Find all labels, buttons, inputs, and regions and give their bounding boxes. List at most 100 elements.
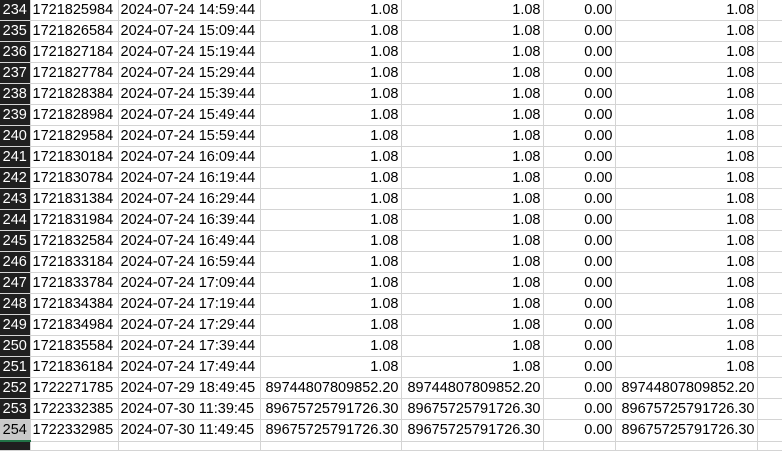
- cell-datetime[interactable]: 2024-07-24 17:29:44: [118, 314, 261, 336]
- cell-datetime[interactable]: 2024-07-29 18:49:45: [118, 377, 261, 399]
- cell-datetime[interactable]: 2024-07-24 15:09:44: [118, 20, 261, 42]
- cell-value-a[interactable]: 1.08: [260, 41, 402, 63]
- cell-empty[interactable]: [757, 398, 782, 420]
- cell-value-c[interactable]: 0.00: [543, 188, 616, 210]
- cell-empty[interactable]: [757, 167, 782, 189]
- cell-datetime[interactable]: 2024-07-24 15:19:44: [118, 41, 261, 63]
- row-header[interactable]: 237: [0, 62, 31, 84]
- cell-value-b[interactable]: 89675725791726.30: [401, 419, 544, 442]
- cell-id[interactable]: 1721828984: [30, 104, 119, 126]
- cell-id[interactable]: 1721830784: [30, 167, 119, 189]
- cell-empty[interactable]: [757, 293, 782, 315]
- cell-value-d[interactable]: 1.08: [615, 251, 758, 273]
- cell-id[interactable]: 1721826584: [30, 20, 119, 42]
- cell-value-a[interactable]: 1.08: [260, 0, 402, 21]
- cell-value-a[interactable]: 1.08: [260, 314, 402, 336]
- cell-value-a[interactable]: 1.08: [260, 20, 402, 42]
- cell-empty[interactable]: [757, 356, 782, 378]
- row-header[interactable]: 245: [0, 230, 31, 252]
- cell-empty[interactable]: [757, 104, 782, 126]
- cell-empty[interactable]: [757, 335, 782, 357]
- cell-value-b[interactable]: 1.08: [401, 0, 544, 21]
- cell-value-d[interactable]: 1.08: [615, 125, 758, 147]
- cell-value-c[interactable]: 0.00: [543, 377, 616, 399]
- cell-id[interactable]: 1721835584: [30, 335, 119, 357]
- cell-value-b[interactable]: 1.08: [401, 356, 544, 378]
- cell-value-d[interactable]: 1.08: [615, 62, 758, 84]
- cell-value-b[interactable]: 1.08: [401, 125, 544, 147]
- cell-datetime[interactable]: 2024-07-24 16:09:44: [118, 146, 261, 168]
- cell-value-a[interactable]: 1.08: [260, 293, 402, 315]
- cell-datetime[interactable]: 2024-07-24 17:49:44: [118, 356, 261, 378]
- cell-value-d[interactable]: 1.08: [615, 356, 758, 378]
- cell-datetime[interactable]: 2024-07-24 14:59:44: [118, 0, 261, 21]
- cell-value-b[interactable]: 1.08: [401, 230, 544, 252]
- cell-value-a[interactable]: 1.08: [260, 251, 402, 273]
- cell-datetime[interactable]: 2024-07-24 17:39:44: [118, 335, 261, 357]
- cell-value-a[interactable]: 1.08: [260, 209, 402, 231]
- cell-value-d[interactable]: 1.08: [615, 209, 758, 231]
- cell-value-a[interactable]: 1.08: [260, 335, 402, 357]
- cell-datetime[interactable]: 2024-07-30 11:49:45: [118, 419, 261, 442]
- cell-datetime[interactable]: 2024-07-24 15:29:44: [118, 62, 261, 84]
- cell-id[interactable]: 1721828384: [30, 83, 119, 105]
- cell-id[interactable]: 1721834984: [30, 314, 119, 336]
- cell-value-a[interactable]: 89744807809852.20: [260, 377, 402, 399]
- row-header[interactable]: 236: [0, 41, 31, 63]
- cell-value-a[interactable]: 1.08: [260, 146, 402, 168]
- cell-value-a[interactable]: 1.08: [260, 356, 402, 378]
- cell-id[interactable]: 1721830184: [30, 146, 119, 168]
- cell-id[interactable]: 1721833184: [30, 251, 119, 273]
- cell-value-d[interactable]: 1.08: [615, 272, 758, 294]
- cell-value-c[interactable]: 0.00: [543, 167, 616, 189]
- row-header[interactable]: 240: [0, 125, 31, 147]
- cell-value-c[interactable]: 0.00: [543, 314, 616, 336]
- cell-value-c[interactable]: 0.00: [543, 356, 616, 378]
- cell-id[interactable]: 1721825984: [30, 0, 119, 21]
- cell-value-c[interactable]: 0.00: [543, 272, 616, 294]
- cell-value-c[interactable]: 0.00: [543, 251, 616, 273]
- cell-empty[interactable]: [757, 230, 782, 252]
- cell-value-c[interactable]: 0.00: [543, 125, 616, 147]
- row-header[interactable]: 253: [0, 398, 31, 420]
- cell-value-a[interactable]: 89675725791726.30: [260, 419, 402, 442]
- cell-datetime[interactable]: 2024-07-24 16:59:44: [118, 251, 261, 273]
- cell-value-d[interactable]: 1.08: [615, 0, 758, 21]
- row-header[interactable]: 241: [0, 146, 31, 168]
- row-header[interactable]: 254: [0, 419, 31, 442]
- cell-value-a[interactable]: 1.08: [260, 167, 402, 189]
- cell-id[interactable]: 1721834384: [30, 293, 119, 315]
- cell-value-d[interactable]: 89744807809852.20: [615, 377, 758, 399]
- cell-datetime[interactable]: 2024-07-24 16:49:44: [118, 230, 261, 252]
- cell-datetime[interactable]: 2024-07-24 17:19:44: [118, 293, 261, 315]
- cell-empty[interactable]: [757, 419, 782, 442]
- row-header[interactable]: 242: [0, 167, 31, 189]
- cell-id[interactable]: 1721832584: [30, 230, 119, 252]
- cell-value-b[interactable]: 1.08: [401, 293, 544, 315]
- cell-empty[interactable]: [757, 377, 782, 399]
- cell-value-b[interactable]: 1.08: [401, 167, 544, 189]
- cell-value-b[interactable]: 89744807809852.20: [401, 377, 544, 399]
- cell-value-b[interactable]: 1.08: [401, 251, 544, 273]
- cell-value-c[interactable]: 0.00: [543, 62, 616, 84]
- cell-value-c[interactable]: 0.00: [543, 0, 616, 21]
- cell-value-b[interactable]: 1.08: [401, 146, 544, 168]
- cell-value-d[interactable]: 89675725791726.30: [615, 398, 758, 420]
- cell-value-c[interactable]: 0.00: [543, 293, 616, 315]
- cell-value-b[interactable]: 1.08: [401, 188, 544, 210]
- cell-value-d[interactable]: 1.08: [615, 20, 758, 42]
- cell-empty[interactable]: [757, 209, 782, 231]
- row-header[interactable]: 239: [0, 104, 31, 126]
- row-header[interactable]: 235: [0, 20, 31, 42]
- cell-datetime[interactable]: 2024-07-24 15:39:44: [118, 83, 261, 105]
- cell-empty[interactable]: [757, 314, 782, 336]
- cell-empty[interactable]: [757, 146, 782, 168]
- cell-value-a[interactable]: 1.08: [260, 272, 402, 294]
- cell-value-b[interactable]: 1.08: [401, 209, 544, 231]
- cell-value-b[interactable]: 1.08: [401, 104, 544, 126]
- row-header[interactable]: 234: [0, 0, 31, 21]
- cell-value-c[interactable]: 0.00: [543, 335, 616, 357]
- cell-value-d[interactable]: 1.08: [615, 104, 758, 126]
- cell-id[interactable]: 1722271785: [30, 377, 119, 399]
- cell-value-b[interactable]: 1.08: [401, 314, 544, 336]
